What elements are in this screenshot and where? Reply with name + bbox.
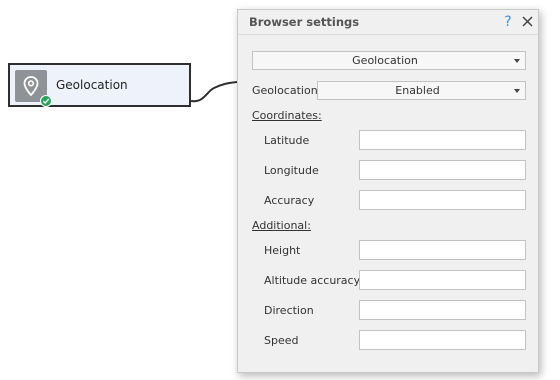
geolocation-node[interactable]: Geolocation (8, 63, 191, 107)
accuracy-label: Accuracy (264, 194, 315, 207)
panel-title: Browser settings (249, 15, 360, 29)
altitude-accuracy-label: Altitude accuracy (264, 274, 361, 287)
chevron-down-icon (514, 59, 520, 63)
chevron-down-icon (514, 89, 520, 93)
latitude-input[interactable] (359, 130, 526, 150)
direction-label: Direction (264, 304, 314, 317)
node-connector (190, 81, 238, 103)
longitude-label: Longitude (264, 164, 319, 177)
browser-settings-panel: Browser settings ? Geolocation Geolocati… (237, 9, 539, 373)
speed-input[interactable] (359, 330, 526, 350)
node-label: Geolocation (56, 78, 128, 92)
geolocation-label: Geolocation (252, 84, 318, 97)
settings-type-dropdown[interactable]: Geolocation (252, 51, 526, 70)
coordinates-section-title: Coordinates: (252, 109, 322, 122)
geolocation-value: Enabled (395, 84, 440, 97)
altitude-accuracy-input[interactable] (359, 270, 526, 290)
additional-section-title: Additional: (252, 219, 311, 232)
height-input[interactable] (359, 240, 526, 260)
latitude-label: Latitude (264, 134, 310, 147)
longitude-input[interactable] (359, 160, 526, 180)
accuracy-input[interactable] (359, 190, 526, 210)
speed-label: Speed (264, 334, 299, 347)
height-label: Height (264, 244, 301, 257)
close-icon[interactable] (522, 16, 533, 27)
check-icon (40, 95, 52, 107)
geolocation-dropdown[interactable]: Enabled (317, 81, 526, 100)
settings-type-value: Geolocation (352, 54, 418, 67)
panel-header: Browser settings ? (238, 10, 538, 35)
direction-input[interactable] (359, 300, 526, 320)
help-icon[interactable]: ? (501, 12, 515, 32)
